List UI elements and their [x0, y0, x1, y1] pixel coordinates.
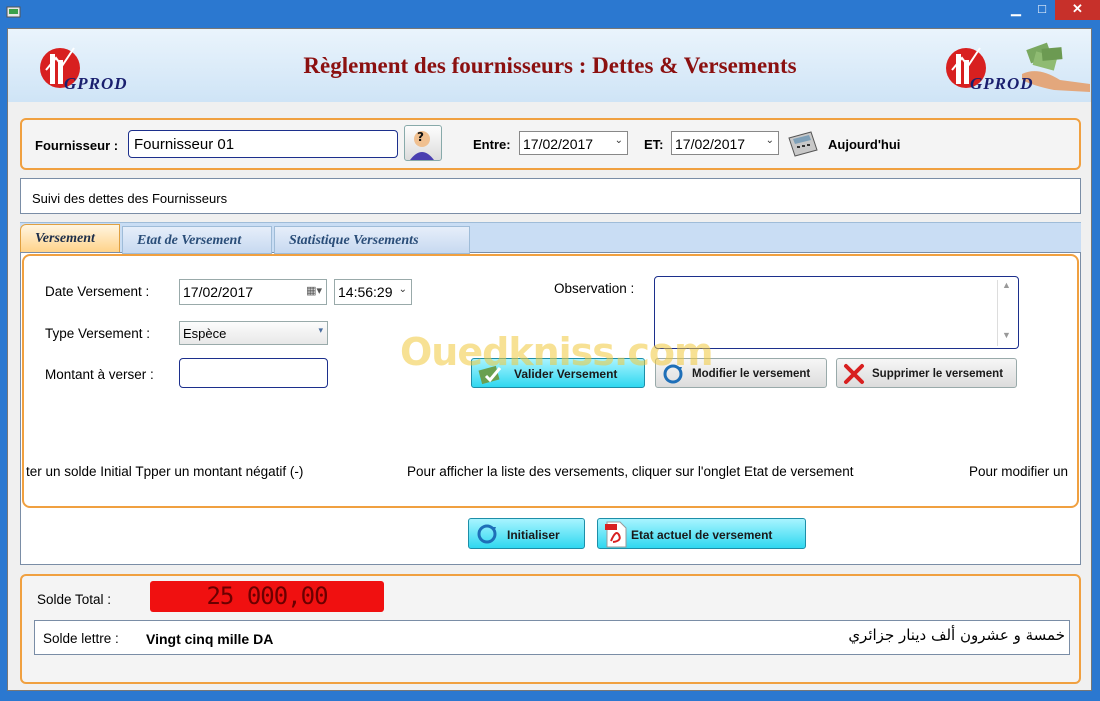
- reset-button[interactable]: Initialiser: [468, 518, 585, 549]
- montant-input[interactable]: [179, 358, 328, 388]
- amount-words-french: Vingt cinq mille DA: [146, 631, 274, 647]
- time-versement-picker[interactable]: 14:56:29 ⌄: [334, 279, 412, 305]
- app-icon: [6, 6, 21, 18]
- page-title: Règlement des fournisseurs : Dettes & Ve…: [303, 53, 797, 78]
- pdf-report-button[interactable]: Etat actuel de versement: [597, 518, 806, 549]
- scroll-down-icon[interactable]: ▼: [998, 330, 1015, 340]
- tab-etat-de-versement[interactable]: Etat de Versement: [122, 226, 272, 254]
- help-marquee-2: Pour afficher la liste des versements, c…: [407, 464, 854, 479]
- type-versement-value: Espèce: [183, 326, 227, 341]
- maximize-button[interactable]: □: [1029, 0, 1055, 20]
- montant-label: Montant à verser :: [45, 367, 154, 382]
- refresh-icon: [477, 524, 497, 544]
- help-marquee-3: Pour modifier un: [969, 464, 1069, 479]
- help-marquee-1: ter un solde Initial Tpper un montant né…: [26, 464, 304, 479]
- date-versement-value: 17/02/2017: [183, 284, 254, 300]
- type-versement-label: Type Versement :: [45, 326, 151, 341]
- pdf-icon: [605, 521, 627, 548]
- supplier-label: Fournisseur :: [35, 138, 119, 153]
- chevron-down-icon: ⌄: [398, 284, 407, 295]
- date-versement-label: Date Versement :: [45, 284, 150, 299]
- close-button[interactable]: ✕: [1055, 0, 1100, 20]
- chevron-down-icon: ⌄: [614, 135, 623, 146]
- date-to-value: 17/02/2017: [675, 136, 746, 152]
- person-question-icon: ?: [410, 130, 434, 160]
- svg-text:?: ?: [417, 130, 424, 144]
- supplier-input[interactable]: Fournisseur 01: [128, 130, 398, 158]
- ouedkniss-watermark: Ouedkniss.com: [400, 330, 714, 374]
- words-label: Solde lettre :: [43, 631, 119, 646]
- chevron-down-icon: ⌄: [765, 135, 774, 146]
- delete-label: Supprimer le versement: [872, 368, 1004, 380]
- date-to-label: ET:: [644, 137, 664, 152]
- date-from-label: Entre:: [473, 137, 511, 152]
- reset-label: Initialiser: [507, 528, 560, 542]
- date-from-picker[interactable]: 17/02/2017 ⌄: [519, 131, 628, 155]
- tab-versement[interactable]: Versement: [20, 224, 120, 252]
- type-versement-select[interactable]: Espèce ▾: [179, 321, 328, 345]
- calculator-icon: [788, 131, 818, 157]
- scroll-up-icon[interactable]: ▲: [998, 280, 1015, 290]
- total-label: Solde Total :: [37, 592, 112, 607]
- pdf-label: Etat actuel de versement: [631, 528, 773, 542]
- observation-label: Observation :: [554, 281, 635, 296]
- time-versement-value: 14:56:29: [338, 284, 393, 300]
- date-versement-picker[interactable]: 17/02/2017 ▦▾: [179, 279, 327, 305]
- total-amount-display: 25 000,00: [150, 581, 384, 612]
- minimize-button[interactable]: ▁: [1003, 0, 1029, 20]
- date-from-value: 17/02/2017: [523, 136, 594, 152]
- window-titlebar: [0, 0, 1100, 26]
- gprod-logo-left: GPROD: [38, 40, 128, 100]
- amount-words-arabic: خمسة و عشرون ألف دينار جزائري: [848, 626, 1065, 644]
- supplier-search-button[interactable]: ?: [404, 125, 442, 161]
- today-button[interactable]: [785, 128, 819, 158]
- date-to-picker[interactable]: 17/02/2017 ⌄: [671, 131, 779, 155]
- calendar-icon[interactable]: ▦▾: [306, 284, 322, 297]
- tab-statistique-versements[interactable]: Statistique Versements: [274, 226, 470, 254]
- chevron-down-icon: ▾: [318, 325, 323, 335]
- info-text: Suivi des dettes des Fournisseurs: [32, 191, 228, 206]
- info-bar: Suivi des dettes des Fournisseurs: [20, 178, 1081, 214]
- observation-scrollbar[interactable]: ▲ ▼: [997, 280, 1015, 346]
- gprod-logo-right: GPROD: [942, 40, 1092, 100]
- delete-versement-button[interactable]: Supprimer le versement: [836, 358, 1017, 388]
- logo-text: GPROD: [970, 74, 1034, 93]
- today-label[interactable]: Aujourd'hui: [828, 137, 900, 152]
- delete-x-icon: [844, 364, 864, 384]
- logo-text: GPROD: [64, 74, 128, 93]
